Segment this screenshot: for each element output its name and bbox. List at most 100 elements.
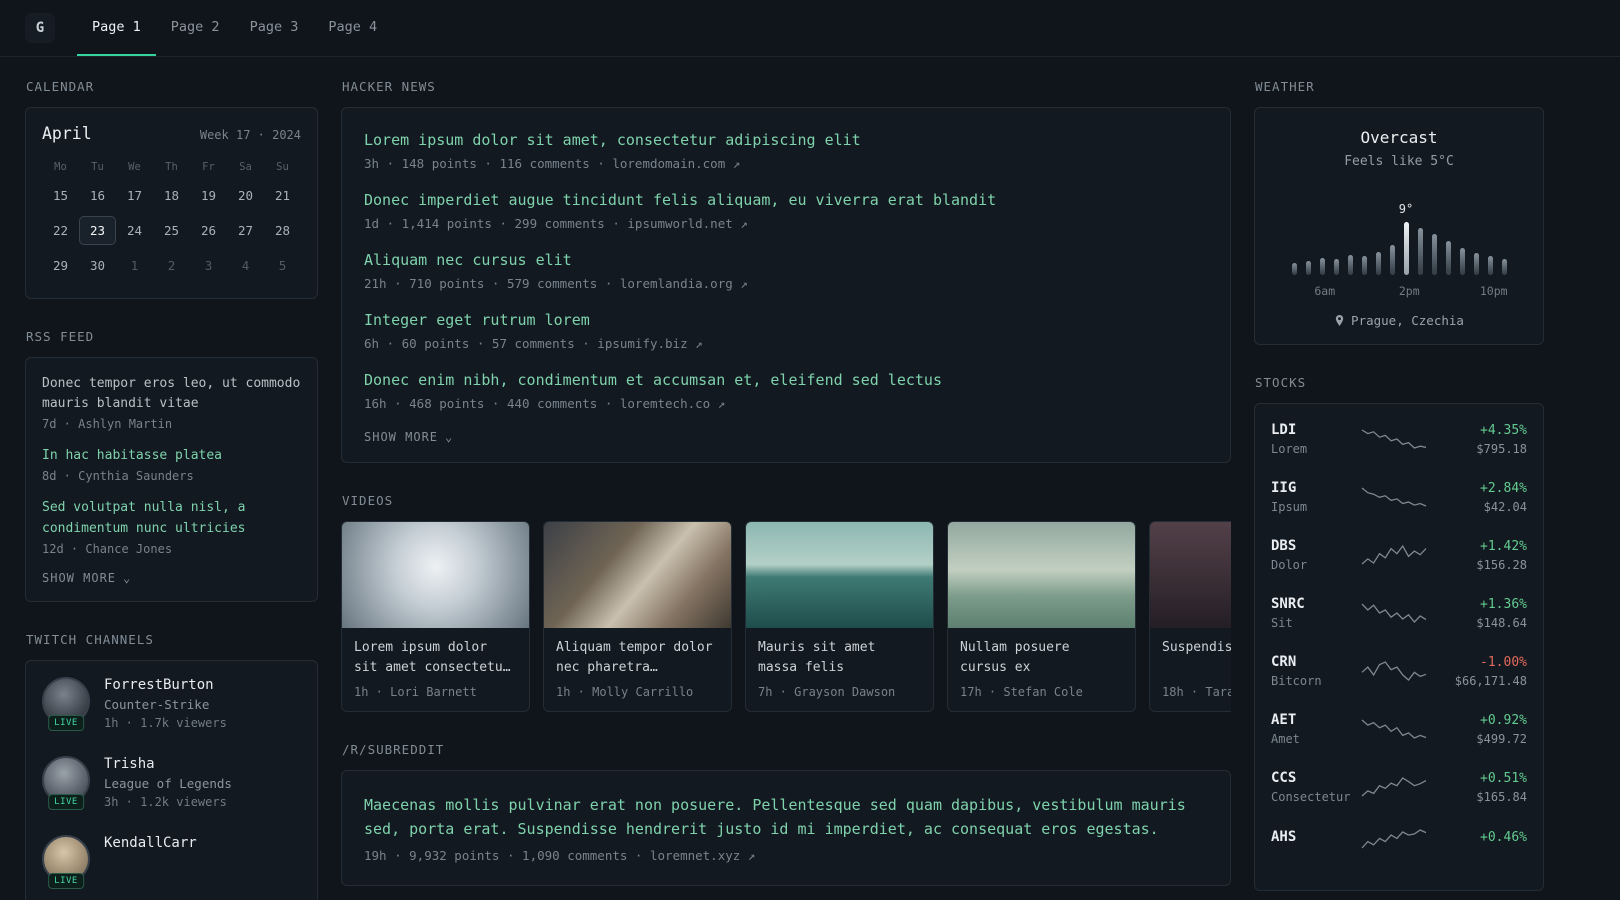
video-title[interactable]: Suspendisse diam: [1162, 638, 1231, 678]
stock-change: +2.84%: [1480, 480, 1527, 496]
live-badge: LIVE: [48, 714, 84, 731]
live-badge: LIVE: [48, 872, 84, 889]
weather-bar: [1501, 259, 1507, 275]
stock-row[interactable]: AET Amet +0.92% $499.72: [1271, 712, 1527, 746]
channel-avatar: LIVE: [42, 834, 90, 889]
channel-name[interactable]: ForrestBurton: [104, 677, 214, 693]
stock-sparkline: [1361, 777, 1427, 797]
stock-symbol: IIG: [1271, 480, 1297, 496]
video-card[interactable]: Nullam posuere cursus ex 17h · Stefan Co…: [947, 521, 1136, 713]
stock-row[interactable]: AHS +0.46%: [1271, 828, 1527, 850]
weather-bar: [1487, 256, 1493, 275]
stock-id: CRN Bitcorn: [1271, 654, 1357, 688]
rss-item-meta: 7d · Ashlyn Martin: [42, 417, 173, 432]
hn-item-title[interactable]: Integer eget rutrum lorem: [364, 310, 590, 331]
channel-name[interactable]: KendallCarr: [104, 835, 197, 851]
calendar-day: 4: [241, 258, 250, 273]
hackernews-widget: Lorem ipsum dolor sit amet, consectetur …: [341, 107, 1231, 463]
video-card[interactable]: Lorem ipsum dolor sit amet consectetu… 1…: [341, 521, 530, 713]
hn-item-title[interactable]: Donec imperdiet augue tincidunt felis al…: [364, 190, 996, 211]
video-meta: 17h · Stefan Cole: [960, 685, 1083, 700]
twitch-channel[interactable]: LIVE Trisha League of Legends 3h · 1.2k …: [42, 755, 301, 810]
stock-symbol: CCS: [1271, 770, 1297, 786]
channel-viewers: 3h · 1.2k viewers: [104, 794, 227, 809]
video-title[interactable]: Nullam posuere cursus ex: [960, 638, 1123, 678]
stock-row[interactable]: CRN Bitcorn -1.00% $66,171.48: [1271, 654, 1527, 688]
stock-price: $165.84: [1476, 789, 1527, 804]
hn-item: Integer eget rutrum lorem 6h · 60 points…: [364, 310, 1208, 351]
hn-item-title[interactable]: Aliquam nec cursus elit: [364, 250, 572, 271]
weekday-label: We: [128, 161, 141, 173]
stock-row[interactable]: LDI Lorem +4.35% $795.18: [1271, 422, 1527, 456]
stock-id: SNRC Sit: [1271, 596, 1357, 630]
videos-section: VIDEOS Lorem ipsum dolor sit amet consec…: [341, 493, 1231, 713]
rss-item-title[interactable]: In hac habitasse platea: [42, 448, 222, 463]
twitch-channel[interactable]: LIVE ForrestBurton Counter-Strike 1h · 1…: [42, 676, 301, 731]
stock-name: Dolor: [1271, 558, 1308, 572]
hn-item-meta[interactable]: 6h · 60 points · 57 comments · ipsumify.…: [364, 336, 1208, 351]
twitch-widget: LIVE ForrestBurton Counter-Strike 1h · 1…: [25, 659, 318, 900]
videos-row: Lorem ipsum dolor sit amet consectetu… 1…: [341, 521, 1231, 713]
stock-price: $499.72: [1476, 731, 1527, 746]
stock-price: $156.28: [1476, 557, 1527, 572]
weather-bar: 9°: [1399, 202, 1413, 275]
rss-show-more-button[interactable]: SHOW MORE ⌄: [42, 571, 131, 585]
twitch-channel[interactable]: LIVE KendallCarr: [42, 834, 301, 889]
calendar-day: 25: [163, 223, 180, 238]
hn-item-title[interactable]: Donec enim nibh, condimentum et accumsan…: [364, 370, 942, 391]
weather-temp-label: 9°: [1398, 201, 1414, 216]
subreddit-post-meta[interactable]: 19h · 9,932 points · 1,090 comments · lo…: [364, 848, 1208, 863]
video-thumbnail[interactable]: [948, 522, 1135, 628]
hn-item-meta[interactable]: 3h · 148 points · 116 comments · loremdo…: [364, 156, 1208, 171]
calendar-day: 17: [126, 188, 143, 203]
rss-item-title[interactable]: Sed volutpat nulla nisl, a condimentum n…: [42, 500, 246, 535]
video-card[interactable]: Aliquam tempor dolor nec pharetra… 1h · …: [543, 521, 732, 713]
tab-page-4[interactable]: Page 4: [313, 0, 392, 56]
video-card-body: Lorem ipsum dolor sit amet consectetu… 1…: [342, 628, 529, 711]
video-title[interactable]: Aliquam tempor dolor nec pharetra…: [556, 638, 719, 678]
calendar-day: 19: [200, 188, 217, 203]
stock-row[interactable]: CCS Consectetur +0.51% $165.84: [1271, 770, 1527, 804]
section-title-hackernews: HACKER NEWS: [342, 79, 436, 94]
hn-item-meta[interactable]: 1d · 1,414 points · 299 comments · ipsum…: [364, 216, 1208, 231]
video-thumbnail[interactable]: [342, 522, 529, 628]
weather-hour-labels: 6am 2pm 10pm: [1271, 284, 1527, 299]
stock-change: +4.35%: [1480, 422, 1527, 438]
video-thumbnail[interactable]: [544, 522, 731, 628]
subreddit-post-title[interactable]: Maecenas mollis pulvinar erat non posuer…: [364, 796, 1186, 838]
stock-id: AET Amet: [1271, 712, 1357, 746]
hn-item-title[interactable]: Lorem ipsum dolor sit amet, consectetur …: [364, 130, 861, 151]
hn-item-meta[interactable]: 21h · 710 points · 579 comments · loreml…: [364, 276, 1208, 291]
stock-name: Consectetur: [1271, 790, 1351, 804]
video-thumbnail[interactable]: [1150, 522, 1231, 628]
video-title[interactable]: Mauris sit amet massa felis: [758, 638, 921, 678]
hn-show-more-button[interactable]: SHOW MORE ⌄: [364, 430, 453, 444]
stock-row[interactable]: SNRC Sit +1.36% $148.64: [1271, 596, 1527, 630]
video-card[interactable]: Mauris sit amet massa felis 7h · Grayson…: [745, 521, 934, 713]
rss-item-title[interactable]: Donec tempor eros leo, ut commodo mauris…: [42, 376, 300, 411]
stock-row[interactable]: DBS Dolor +1.42% $156.28: [1271, 538, 1527, 572]
video-card[interactable]: Suspendisse diam 18h · Tara: [1149, 521, 1231, 713]
channel-name[interactable]: Trisha: [104, 756, 155, 772]
stock-price: $148.64: [1476, 615, 1527, 630]
hn-item-meta[interactable]: 16h · 468 points · 440 comments · loremt…: [364, 396, 1208, 411]
weather-bar: [1319, 257, 1325, 275]
stock-values: +0.46%: [1431, 830, 1527, 849]
rss-item: In hac habitasse platea 8d · Cynthia Sau…: [42, 446, 301, 483]
video-title[interactable]: Lorem ipsum dolor sit amet consectetu…: [354, 638, 517, 678]
rss-widget: Donec tempor eros leo, ut commodo mauris…: [25, 357, 318, 602]
stock-sparkline: [1361, 429, 1427, 449]
stock-id: AHS: [1271, 829, 1357, 849]
tab-page-3[interactable]: Page 3: [235, 0, 314, 56]
video-thumbnail[interactable]: [746, 522, 933, 628]
weather-bar: [1417, 228, 1423, 275]
stock-values: +4.35% $795.18: [1431, 423, 1527, 456]
tab-page-2[interactable]: Page 2: [156, 0, 235, 56]
weather-widget: Overcast Feels like 5°C 9° 6am 2pm 10pm …: [1254, 107, 1544, 345]
channel-avatar: LIVE: [42, 755, 90, 810]
weather-bar: [1445, 240, 1451, 275]
calendar-day: 28: [274, 223, 291, 238]
tab-page-1[interactable]: Page 1: [77, 0, 156, 56]
stock-row[interactable]: IIG Ipsum +2.84% $42.04: [1271, 480, 1527, 514]
calendar-weekday-row: Mo Tu We Th Fr Sa Su: [42, 161, 301, 173]
